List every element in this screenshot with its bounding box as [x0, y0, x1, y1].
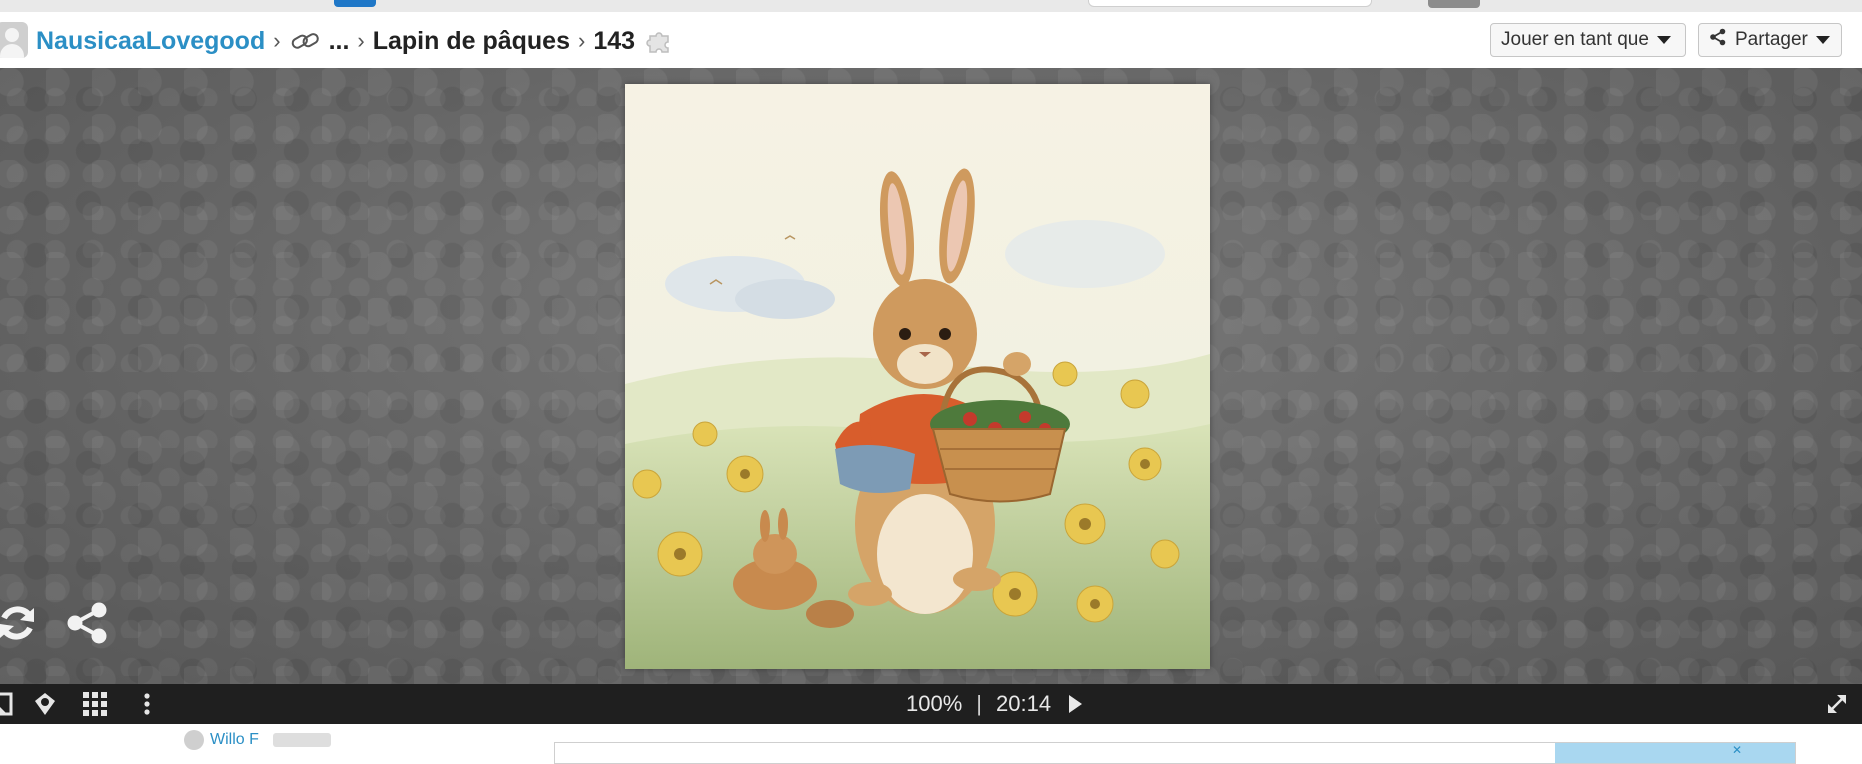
comments-strip: Willo F ✕ — [0, 724, 1862, 764]
puzzle-status: 100% | 20:14 — [906, 684, 1083, 724]
bottom-toolbar: 100% | 20:14 — [0, 684, 1862, 724]
status-separator: | — [976, 691, 982, 716]
frame-icon[interactable] — [0, 691, 18, 717]
timer: 20:14 — [996, 691, 1052, 716]
user-thumbnail[interactable] — [1428, 0, 1480, 8]
nav-badge[interactable] — [334, 0, 376, 7]
ad-banner-fill — [1555, 743, 1795, 763]
chevron-right-icon: › — [578, 28, 586, 53]
comment-author-name[interactable]: Willo F — [210, 731, 259, 749]
refresh-icon[interactable] — [0, 600, 40, 646]
share-dropdown[interactable]: Partager — [1698, 23, 1842, 57]
breadcrumb: NausicaaLovegood › ... › Lapin de pâques… — [36, 26, 675, 56]
puzzle-icon — [645, 26, 675, 56]
breadcrumb-ellipsis[interactable]: ... — [329, 27, 350, 56]
link-icon[interactable] — [289, 28, 321, 54]
avatar — [184, 730, 204, 750]
chevron-right-icon: › — [273, 28, 281, 53]
play-as-label: Jouer en tant que — [1501, 29, 1649, 50]
puzzle-board[interactable] — [0, 68, 1862, 684]
more-vertical-icon[interactable] — [134, 691, 160, 717]
caret-down-icon — [1815, 36, 1830, 44]
share-label: Partager — [1735, 29, 1808, 50]
puzzle-image[interactable] — [625, 84, 1210, 669]
ad-banner[interactable] — [554, 742, 1796, 764]
grid-icon[interactable] — [82, 691, 108, 717]
zoom-level[interactable]: 100% — [906, 691, 962, 717]
comment-tag — [272, 733, 331, 747]
share-big-icon[interactable] — [64, 600, 110, 646]
palette-icon[interactable] — [32, 691, 58, 717]
share-icon — [1709, 28, 1727, 52]
search-input[interactable] — [1088, 0, 1372, 7]
fullscreen-icon[interactable] — [1824, 691, 1850, 717]
puzzle-header: NausicaaLovegood › ... › Lapin de pâques… — [0, 12, 1862, 68]
play-icon[interactable] — [1069, 695, 1083, 713]
ad-close-icon[interactable]: ✕ — [1732, 744, 1746, 756]
avatar[interactable] — [0, 22, 28, 58]
chevron-right-icon: › — [357, 28, 365, 53]
play-as-dropdown[interactable]: Jouer en tant que — [1490, 23, 1686, 57]
piece-count: 143 — [593, 26, 636, 55]
breadcrumb-collection[interactable]: Lapin de pâques — [373, 27, 570, 56]
breadcrumb-user-link[interactable]: NausicaaLovegood — [36, 27, 265, 56]
caret-down-icon — [1656, 36, 1671, 44]
comment-author[interactable]: Willo F — [184, 730, 331, 750]
